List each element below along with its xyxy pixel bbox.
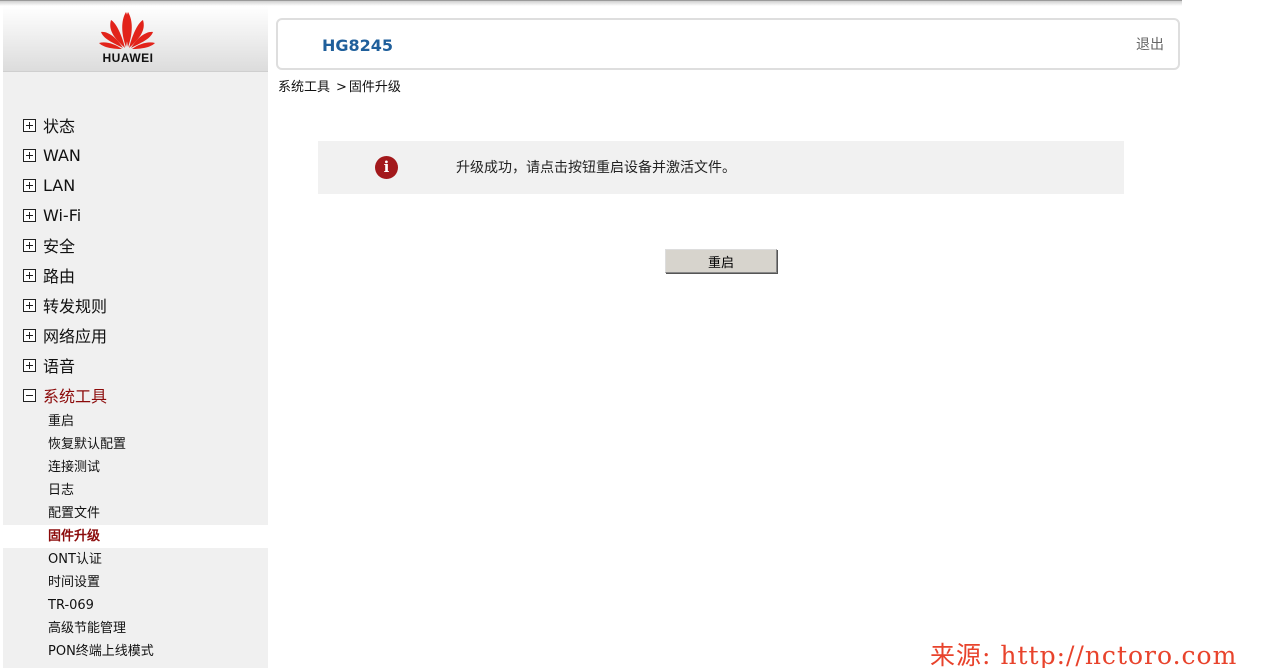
expand-plus-icon	[23, 328, 36, 342]
main-menu: 状态 WAN LAN Wi-Fi 安全 路由 转发规则 网络应用 语音 系统工具…	[3, 110, 268, 663]
menu-item-wifi[interactable]: Wi-Fi	[3, 200, 268, 230]
status-message: 升级成功，请点击按钮重启设备并激活文件。	[456, 160, 736, 176]
menu-item-label: 转发规则	[43, 297, 108, 316]
info-icon: i	[375, 156, 398, 179]
collapse-minus-icon	[23, 388, 36, 402]
submenu-item-reboot[interactable]: 重启	[3, 410, 268, 433]
submenu-item-ont-auth[interactable]: ONT认证	[3, 548, 268, 571]
submenu-item-power-saving[interactable]: 高级节能管理	[3, 617, 268, 640]
expand-plus-icon	[23, 208, 36, 222]
right-blank-area	[1182, 0, 1272, 668]
menu-item-label: LAN	[43, 175, 76, 195]
submenu-item-tr069[interactable]: TR-069	[3, 594, 268, 617]
expand-plus-icon	[23, 118, 36, 132]
device-model: HG8245	[322, 36, 394, 55]
submenu-item-pon-mode[interactable]: PON终端上线模式	[3, 640, 268, 663]
menu-item-voice[interactable]: 语音	[3, 350, 268, 380]
menu-item-label: 语音	[43, 357, 76, 376]
huawei-logo-icon	[99, 12, 155, 49]
menu-item-wan[interactable]: WAN	[3, 140, 268, 170]
submenu-item-connection-test[interactable]: 连接测试	[3, 456, 268, 479]
menu-item-network-apps[interactable]: 网络应用	[3, 320, 268, 350]
reboot-button[interactable]: 重启	[665, 249, 777, 273]
header-bar: HG8245 退出	[276, 18, 1180, 70]
logo-text: HUAWEI	[102, 51, 154, 65]
expand-plus-icon	[23, 148, 36, 162]
submenu-item-restore-default[interactable]: 恢复默认配置	[3, 433, 268, 456]
menu-item-label: 状态	[43, 117, 76, 136]
menu-item-lan[interactable]: LAN	[3, 170, 268, 200]
breadcrumb-separator: >	[336, 80, 347, 95]
menu-item-label: 路由	[43, 267, 76, 286]
status-message-box: i 升级成功，请点击按钮重启设备并激活文件。	[318, 141, 1124, 194]
breadcrumb-page: 固件升级	[348, 80, 401, 95]
expand-plus-icon	[23, 178, 36, 192]
menu-item-label: WAN	[43, 145, 81, 165]
menu-item-security[interactable]: 安全	[3, 230, 268, 260]
menu-item-label: 安全	[43, 237, 76, 256]
menu-item-status[interactable]: 状态	[3, 110, 268, 140]
sidebar: HUAWEI 状态 WAN LAN Wi-Fi 安全 路由 转发规则 网络应用 …	[3, 6, 268, 668]
expand-plus-icon	[23, 358, 36, 372]
menu-item-label: 系统工具	[43, 387, 108, 406]
expand-plus-icon	[23, 238, 36, 252]
menu-item-forward-rules[interactable]: 转发规则	[3, 290, 268, 320]
menu-item-route[interactable]: 路由	[3, 260, 268, 290]
submenu-item-firmware-upgrade[interactable]: 固件升级	[3, 525, 268, 548]
submenu-item-time-settings[interactable]: 时间设置	[3, 571, 268, 594]
menu-item-label: 网络应用	[43, 327, 108, 346]
submenu-item-config-file[interactable]: 配置文件	[3, 502, 268, 525]
expand-plus-icon	[23, 268, 36, 282]
watermark: 来源: http://nctoro.com	[930, 641, 1238, 668]
menu-item-label: Wi-Fi	[43, 205, 82, 225]
system-tools-submenu: 重启 恢复默认配置 连接测试 日志 配置文件 固件升级 ONT认证 时间设置 T…	[3, 410, 268, 663]
logout-link[interactable]: 退出	[1136, 34, 1164, 54]
submenu-item-log[interactable]: 日志	[3, 479, 268, 502]
breadcrumb: 系统工具 > 固件升级	[278, 76, 401, 95]
logo-area: HUAWEI	[3, 6, 268, 72]
breadcrumb-section[interactable]: 系统工具	[278, 80, 330, 95]
menu-item-system-tools[interactable]: 系统工具	[3, 380, 268, 410]
expand-plus-icon	[23, 298, 36, 312]
